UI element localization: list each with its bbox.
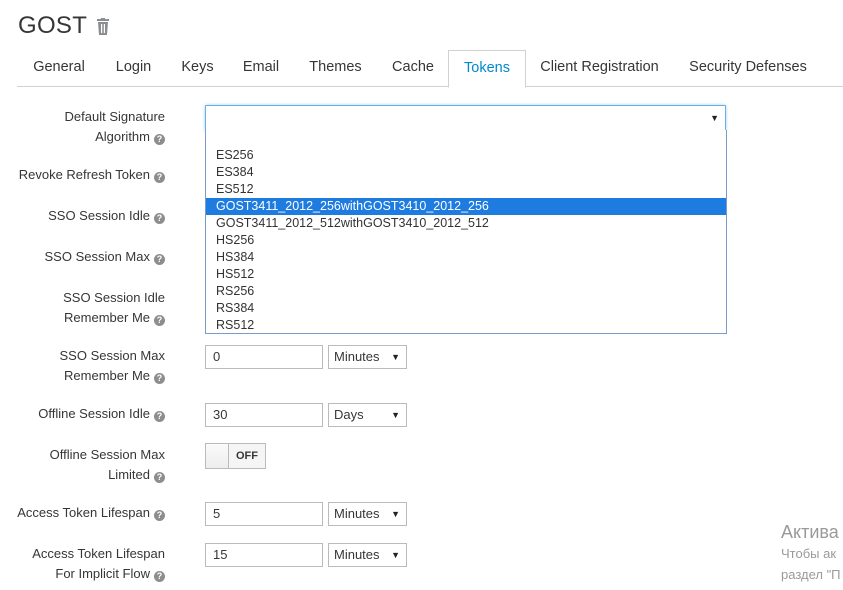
help-icon[interactable]: ? xyxy=(154,172,165,183)
activation-watermark-title: Актива xyxy=(781,522,839,542)
chevron-down-icon: ▼ xyxy=(391,509,400,519)
help-icon[interactable]: ? xyxy=(154,134,165,145)
toggle-state-label: OFF xyxy=(229,444,265,468)
unit-value: Minutes xyxy=(334,506,380,521)
chevron-down-icon: ▼ xyxy=(710,113,719,123)
sso-session-max-remember-me-unit-select[interactable]: Minutes ▼ xyxy=(328,345,407,369)
access-token-lifespan-input[interactable]: 5 xyxy=(205,502,323,526)
option-hs256[interactable]: HS256 xyxy=(206,232,726,249)
tab-general[interactable]: General xyxy=(17,50,101,85)
activation-watermark-line: раздел "П xyxy=(781,567,841,582)
label-line: Access Token Lifespan xyxy=(32,546,165,561)
offline-session-max-limited-label: Offline Session Max Limited? xyxy=(50,445,165,485)
help-icon[interactable]: ? xyxy=(154,571,165,582)
tab-themes[interactable]: Themes xyxy=(293,50,378,85)
tab-client-registration[interactable]: Client Registration xyxy=(526,50,673,85)
realm-title: GOST xyxy=(18,12,88,39)
tab-keys[interactable]: Keys xyxy=(166,50,229,85)
default-signature-algorithm-select[interactable]: ▼ xyxy=(205,105,726,131)
help-icon[interactable]: ? xyxy=(154,254,165,265)
tab-email[interactable]: Email xyxy=(229,50,293,85)
access-token-lifespan-unit-select[interactable]: Minutes ▼ xyxy=(328,502,407,526)
algorithm-dropdown-list: ES256 ES384 ES512 GOST3411_2012_256withG… xyxy=(205,130,727,334)
chevron-down-icon: ▼ xyxy=(391,550,400,560)
option-hs512[interactable]: HS512 xyxy=(206,266,726,283)
help-icon[interactable]: ? xyxy=(154,373,165,384)
offline-session-idle-label: Offline Session Idle? xyxy=(38,404,165,424)
label-text: SSO Session Max xyxy=(44,249,151,264)
offline-session-idle-input[interactable]: 30 xyxy=(205,403,323,427)
option-gost-512[interactable]: GOST3411_2012_512withGOST3410_2012_512 xyxy=(206,215,726,232)
tab-tokens[interactable]: Tokens xyxy=(448,50,526,88)
help-icon[interactable]: ? xyxy=(154,510,165,521)
unit-value: Days xyxy=(334,407,364,422)
option-rs384[interactable]: RS384 xyxy=(206,300,726,317)
option-empty[interactable] xyxy=(206,130,726,147)
activation-watermark-line: Чтобы ак xyxy=(781,546,837,561)
option-es256[interactable]: ES256 xyxy=(206,147,726,164)
label-line: Algorithm xyxy=(95,129,150,144)
label-line: For Implicit Flow xyxy=(55,566,150,581)
access-token-lifespan-label: Access Token Lifespan? xyxy=(17,503,165,523)
access-token-lifespan-implicit-label: Access Token Lifespan For Implicit Flow? xyxy=(32,544,165,584)
option-hs384[interactable]: HS384 xyxy=(206,249,726,266)
access-token-lifespan-implicit-unit-select[interactable]: Minutes ▼ xyxy=(328,543,407,567)
sso-session-idle-remember-me-label: SSO Session Idle Remember Me? xyxy=(63,288,165,328)
help-icon[interactable]: ? xyxy=(154,315,165,326)
label-line: Default Signature xyxy=(64,109,165,124)
label-text: Access Token Lifespan xyxy=(17,505,150,520)
label-line: Limited xyxy=(108,467,150,482)
sso-session-max-label: SSO Session Max? xyxy=(44,247,165,267)
toggle-knob xyxy=(206,444,229,468)
label-line: Remember Me xyxy=(64,310,150,325)
label-text: Offline Session Idle xyxy=(38,406,150,421)
label-text: Revoke Refresh Token xyxy=(18,167,150,182)
tab-login[interactable]: Login xyxy=(101,50,166,85)
default-signature-label: Default Signature Algorithm? xyxy=(65,107,165,147)
sso-session-max-remember-me-label: SSO Session Max Remember Me? xyxy=(59,346,166,386)
trash-icon[interactable] xyxy=(95,18,111,36)
help-icon[interactable]: ? xyxy=(154,213,165,224)
label-text: SSO Session Idle xyxy=(48,208,150,223)
tab-cache[interactable]: Cache xyxy=(378,50,448,85)
label-line: SSO Session Idle xyxy=(63,290,165,305)
access-token-lifespan-implicit-input[interactable]: 15 xyxy=(205,543,323,567)
chevron-down-icon: ▼ xyxy=(391,352,400,362)
option-es512[interactable]: ES512 xyxy=(206,181,726,198)
realm-settings-tabs: General Login Keys Email Themes Cache To… xyxy=(17,50,843,88)
offline-session-max-limited-toggle[interactable]: OFF xyxy=(205,443,266,469)
option-gost-256[interactable]: GOST3411_2012_256withGOST3410_2012_256 xyxy=(206,198,726,215)
label-line: Remember Me xyxy=(64,368,150,383)
option-rs256[interactable]: RS256 xyxy=(206,283,726,300)
option-es384[interactable]: ES384 xyxy=(206,164,726,181)
unit-value: Minutes xyxy=(334,349,380,364)
label-line: Offline Session Max xyxy=(49,447,165,462)
revoke-refresh-token-label: Revoke Refresh Token? xyxy=(19,165,165,185)
chevron-down-icon: ▼ xyxy=(391,410,400,420)
option-rs512[interactable]: RS512 xyxy=(206,317,726,334)
help-icon[interactable]: ? xyxy=(154,472,165,483)
sso-session-idle-label: SSO Session Idle? xyxy=(48,206,165,226)
tab-security-defenses[interactable]: Security Defenses xyxy=(673,50,823,85)
label-line: SSO Session Max xyxy=(59,348,166,363)
sso-session-max-remember-me-input[interactable]: 0 xyxy=(205,345,323,369)
help-icon[interactable]: ? xyxy=(154,411,165,422)
unit-value: Minutes xyxy=(334,547,380,562)
offline-session-idle-unit-select[interactable]: Days ▼ xyxy=(328,403,407,427)
